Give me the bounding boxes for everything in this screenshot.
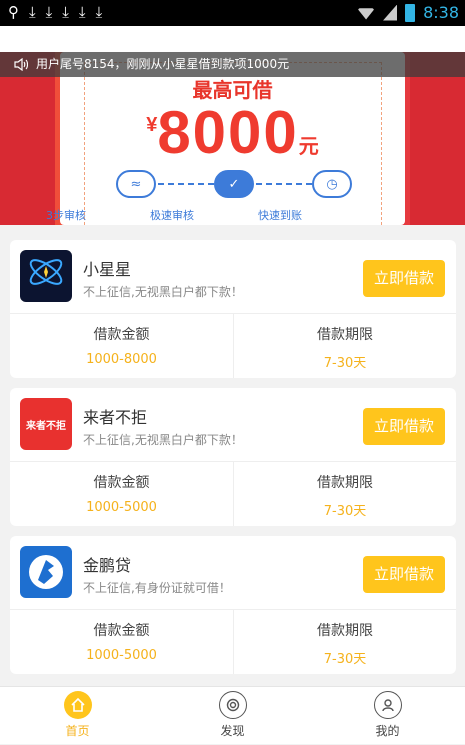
amount-value: 1000-5000 [86, 648, 157, 663]
download-icon: ⤓ [78, 3, 86, 21]
eagle-logo-icon [29, 555, 63, 589]
app-logo: 来者不拒 [20, 398, 72, 450]
term-value: 7-30天 [323, 356, 367, 371]
home-icon [63, 691, 92, 719]
check-icon: ✓ [214, 170, 254, 198]
promo-banner[interactable]: 最高可借 ¥8000元 ≈ ✓ ◷ 3步审核 极速审核 快速到账 [0, 52, 465, 225]
step-label: 快速到账 [258, 209, 302, 222]
download-icon: ⤓ [95, 3, 103, 21]
battery-icon [405, 3, 416, 22]
chart-icon: ≈ [116, 170, 156, 198]
amount-label: 借款金额 [93, 475, 150, 491]
app-logo [20, 546, 72, 598]
coupon-card: 最高可借 ¥8000元 ≈ ✓ ◷ [60, 52, 405, 225]
product-card: 来者不拒 来者不拒 不上征信,无视黑白户都下款！ 立即借款 借款金额 1000-… [10, 388, 456, 526]
download-icon: ⤓ [45, 3, 53, 21]
search-icon: ⚲ [8, 3, 19, 21]
product-name: 小星星 [83, 260, 132, 279]
bottom-tab-bar: 首页 发现 我的 [0, 686, 465, 744]
logo-text: 来者不拒 [26, 420, 66, 432]
download-icon: ⤓ [29, 3, 36, 21]
ticker-text: 用户尾号8154，刚刚从小星星借到款项1000元 [36, 57, 290, 71]
status-bar: ⚲ ⤓ ⤓ ⤓ ⤓ ⤓ 8:38 [0, 0, 465, 26]
term-label: 借款期限 [317, 327, 373, 343]
borrow-button[interactable]: 立即借款 [363, 260, 445, 297]
tab-home[interactable]: 首页 [0, 687, 155, 745]
product-desc: 不上征信,有身份证就可借！ [83, 581, 231, 595]
tab-discover[interactable]: 发现 [155, 687, 310, 745]
speaker-icon [14, 58, 28, 71]
borrow-button[interactable]: 立即借款 [363, 408, 445, 445]
product-desc: 不上征信,无视黑白户都下款！ [83, 285, 243, 299]
amount-label: 借款金额 [93, 327, 150, 343]
tab-label: 发现 [220, 724, 245, 738]
amount-value: 1000-8000 [86, 352, 157, 367]
step-label: 3步审核 [46, 209, 86, 222]
product-name: 来者不拒 [83, 408, 148, 427]
borrow-button[interactable]: 立即借款 [363, 556, 445, 593]
banner-amount: ¥8000元 [146, 99, 319, 166]
product-name: 金鹏贷 [83, 556, 132, 575]
amount-label: 借款金额 [93, 623, 150, 639]
term-value: 7-30天 [323, 652, 367, 667]
tab-profile[interactable]: 我的 [310, 687, 465, 745]
banner-steps: ≈ ✓ ◷ [116, 170, 352, 200]
product-card: 金鹏贷 不上征信,有身份证就可借！ 立即借款 借款金额 1000-5000 借款… [10, 536, 456, 674]
amount-value: 1000-5000 [86, 500, 157, 515]
header-spacer [0, 26, 465, 52]
notice-ticker: 用户尾号8154，刚刚从小星星借到款项1000元 [0, 52, 465, 77]
term-label: 借款期限 [317, 623, 373, 639]
tab-label: 我的 [375, 724, 400, 738]
wifi-icon [357, 8, 376, 20]
app-logo [20, 250, 72, 302]
tab-label: 首页 [65, 724, 90, 738]
signal-icon [383, 4, 398, 21]
profile-icon [373, 691, 402, 719]
download-icon: ⤓ [62, 3, 69, 21]
discover-icon [218, 691, 247, 719]
clock: 8:38 [423, 3, 459, 22]
product-card: 小星星 不上征信,无视黑白户都下款！ 立即借款 借款金额 1000-8000 借… [10, 240, 456, 378]
step-label: 极速审核 [150, 209, 194, 222]
term-value: 7-30天 [323, 504, 367, 519]
term-label: 借款期限 [317, 475, 373, 491]
clock-icon: ◷ [312, 170, 352, 198]
product-desc: 不上征信,无视黑白户都下款！ [83, 433, 243, 447]
star-logo-icon [29, 259, 63, 285]
